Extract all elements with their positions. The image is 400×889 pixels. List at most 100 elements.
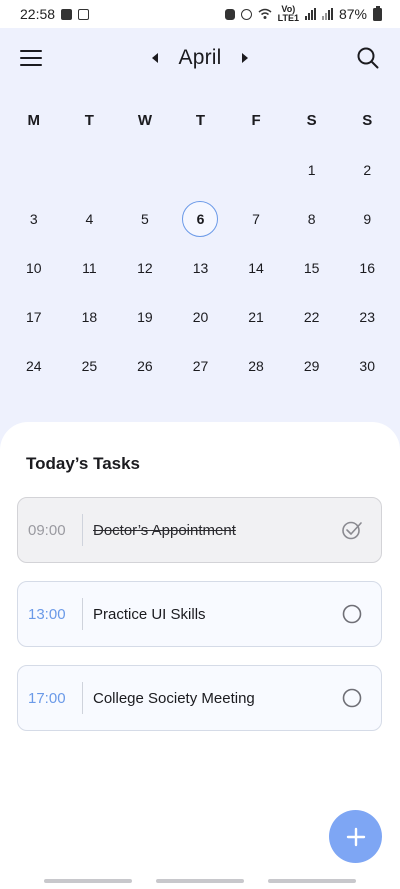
wifi-icon	[258, 8, 272, 19]
day-cell[interactable]: 11	[62, 250, 118, 286]
day-number: 16	[359, 259, 375, 276]
day-number: 28	[248, 357, 264, 374]
day-cell[interactable]: 27	[173, 348, 229, 384]
day-cell[interactable]: 23	[339, 299, 395, 335]
gallery-notification-icon	[61, 8, 73, 20]
day-cell[interactable]: 7	[228, 201, 284, 237]
divider	[82, 682, 83, 714]
day-number: 13	[192, 259, 209, 276]
unchecked-circle-icon[interactable]	[341, 687, 363, 709]
day-cell[interactable]: 4	[62, 201, 118, 237]
task-time: 13:00	[28, 605, 66, 623]
divider	[82, 598, 83, 630]
day-cell[interactable]: 2	[339, 152, 395, 188]
day-cell[interactable]: 29	[284, 348, 340, 384]
calendar-week-row: 24 25 26 27 28 29 30	[6, 341, 395, 390]
status-time: 22:58	[20, 6, 56, 22]
day-cell[interactable]: 12	[117, 250, 173, 286]
day-number: 19	[137, 308, 153, 325]
battery-percent: 87%	[338, 6, 367, 22]
day-cell-today[interactable]: 6	[173, 200, 229, 237]
day-cell[interactable]: 19	[117, 299, 173, 335]
day-number: 7	[252, 210, 260, 227]
weekday-label: S	[306, 112, 317, 129]
task-item[interactable]: 13:00 Practice UI Skills	[17, 581, 382, 647]
nav-handle[interactable]	[156, 879, 244, 883]
day-number: 15	[303, 259, 320, 276]
day-cell[interactable]: 20	[173, 299, 229, 335]
day-number: 14	[248, 259, 264, 276]
day-number: 2	[363, 161, 372, 178]
day-cell[interactable]: 22	[284, 299, 340, 335]
day-cell[interactable]: 3	[6, 201, 62, 237]
next-month-button[interactable]	[238, 51, 252, 65]
calendar-grid: MTWTFSS 1 2 3 4 5 6 7 8 9 10 11 12 13 14 15 16 17 18 19 20 2…	[6, 96, 395, 390]
day-cell[interactable]: 1	[284, 152, 340, 188]
task-title: Doctor’s Appointment	[93, 521, 236, 539]
day-cell[interactable]: 18	[62, 299, 118, 335]
weekday-label: M	[27, 112, 41, 129]
day-number: 27	[192, 357, 209, 374]
day-number: 23	[359, 308, 375, 325]
task-item[interactable]: 17:00 College Society Meeting	[17, 665, 382, 731]
month-navigation: April	[148, 46, 251, 70]
day-number: 12	[137, 259, 153, 276]
lte-label: LTE1	[277, 13, 299, 23]
menu-button[interactable]	[20, 49, 42, 67]
search-button[interactable]	[356, 46, 380, 70]
day-number: 10	[25, 259, 42, 276]
day-number: 11	[82, 259, 97, 276]
task-time: 09:00	[28, 521, 66, 539]
day-cell[interactable]: 30	[339, 348, 395, 384]
day-number: 25	[81, 357, 98, 374]
day-cell[interactable]: 13	[173, 250, 229, 286]
day-number: 5	[141, 210, 149, 227]
empty-day-cell	[228, 152, 284, 188]
alarm-icon	[240, 8, 252, 20]
menu-icon-bar	[20, 64, 42, 66]
day-number: 26	[137, 357, 153, 374]
nav-handle[interactable]	[268, 879, 356, 883]
calendar-week-row: 3 4 5 6 7 8 9	[6, 194, 395, 243]
calendar-week-row: 17 18 19 20 21 22 23	[6, 292, 395, 341]
weekday-header-row: MTWTFSS	[6, 96, 395, 145]
checked-circle-icon[interactable]	[341, 519, 363, 541]
day-cell[interactable]: 26	[117, 348, 173, 384]
gesture-navigation-bar	[0, 879, 400, 885]
day-number: 9	[363, 210, 372, 227]
calendar-week-row: 12	[6, 145, 395, 194]
day-number: 1	[307, 161, 316, 178]
caret-right-icon	[241, 53, 248, 63]
day-cell[interactable]: 17	[6, 299, 62, 335]
month-title: April	[178, 46, 222, 69]
day-cell[interactable]: 10	[6, 250, 62, 286]
task-item[interactable]: 09:00 Doctor’s Appointment	[17, 497, 382, 563]
previous-month-button[interactable]	[148, 51, 162, 65]
app-header: April	[0, 38, 400, 78]
day-cell[interactable]: 15	[284, 250, 340, 286]
day-cell[interactable]: 28	[228, 348, 284, 384]
nav-handle[interactable]	[44, 879, 132, 883]
day-number: 30	[359, 357, 375, 374]
day-cell[interactable]: 21	[228, 299, 284, 335]
day-cell[interactable]: 24	[6, 348, 62, 384]
day-cell[interactable]: 9	[339, 201, 395, 237]
empty-day-cell	[173, 152, 229, 188]
day-number: 6	[182, 200, 219, 237]
day-cell[interactable]: 8	[284, 201, 340, 237]
calendar-weeks: 1 2 3 4 5 6 7 8 9 10 11 12 13 14 15 16 17 18 19 20 21 22 23 24 2…	[6, 145, 395, 390]
volte-indicator: Vo) LTE1	[278, 5, 299, 23]
day-number: 18	[81, 308, 98, 325]
unchecked-circle-icon[interactable]	[341, 603, 363, 625]
day-cell[interactable]: 16	[339, 250, 395, 286]
task-title: Practice UI Skills	[93, 605, 206, 623]
add-task-button[interactable]	[329, 810, 382, 863]
day-cell[interactable]: 25	[62, 348, 118, 384]
weekday-label: F	[251, 112, 261, 129]
day-cell[interactable]: 14	[228, 250, 284, 286]
calendar-week-row: 10 11 12 13 14 15 16	[6, 243, 395, 292]
status-right: Vo) LTE1 87%	[224, 5, 382, 23]
day-number: 17	[25, 308, 42, 325]
caret-left-icon	[152, 53, 159, 63]
day-cell[interactable]: 5	[117, 201, 173, 237]
